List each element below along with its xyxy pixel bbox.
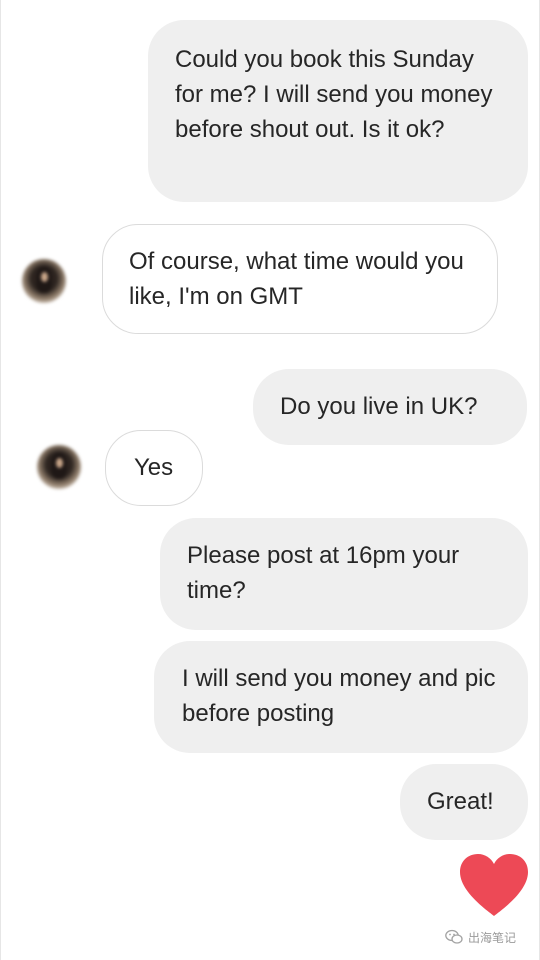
message-thread: Could you book this Sunday for me? I wil…: [0, 0, 540, 960]
message-text: Could you book this Sunday for me? I wil…: [175, 46, 493, 143]
message-text: Do you live in UK?: [280, 393, 478, 420]
watermark: 出海笔记: [445, 926, 516, 948]
message-text: Great!: [427, 788, 494, 815]
message-text: Yes: [134, 454, 174, 481]
message-bubble-received[interactable]: Of course, what time would you like, I'm…: [102, 224, 498, 334]
message-text: I will send you money and pic before pos…: [182, 665, 496, 727]
message-bubble-sent[interactable]: Great!: [400, 764, 528, 840]
watermark-text: 出海笔记: [468, 930, 517, 945]
message-bubble-received[interactable]: Yes: [105, 430, 203, 506]
message-text: Of course, what time would you like, I'm…: [129, 248, 464, 310]
message-bubble-sent[interactable]: Please post at 16pm your time?: [160, 518, 528, 630]
contact-avatar[interactable]: [37, 445, 81, 489]
message-bubble-sent[interactable]: Could you book this Sunday for me? I wil…: [148, 20, 528, 202]
contact-avatar[interactable]: [22, 259, 66, 303]
message-bubble-sent[interactable]: Do you live in UK?: [253, 369, 527, 445]
message-bubble-sent[interactable]: I will send you money and pic before pos…: [154, 641, 528, 753]
heart-icon[interactable]: [458, 852, 530, 918]
message-text: Please post at 16pm your time?: [187, 542, 460, 604]
wechat-icon: [445, 929, 463, 944]
